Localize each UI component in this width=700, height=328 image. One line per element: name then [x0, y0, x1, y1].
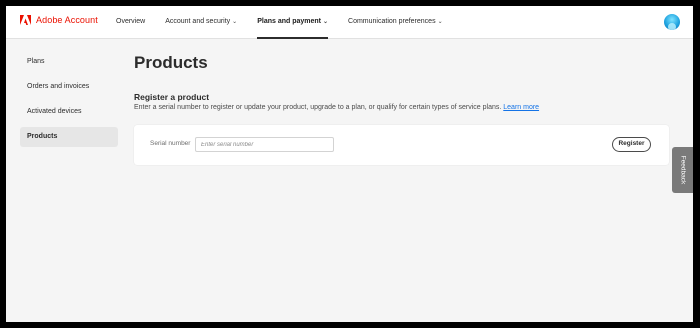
app-window: Adobe Account Overview Account and secur… — [6, 6, 693, 322]
nav-label: Communication preferences — [348, 18, 436, 25]
sidebar-item-activated-devices[interactable]: Activated devices — [20, 102, 118, 122]
chevron-down-icon: ⌄ — [323, 19, 329, 25]
chevron-down-icon: ⌄ — [437, 19, 443, 25]
top-navigation-bar: Adobe Account Overview Account and secur… — [6, 6, 693, 39]
adobe-logo-icon — [20, 15, 31, 25]
serial-number-input[interactable] — [195, 137, 334, 152]
page-title: Products — [134, 53, 208, 72]
sidebar-item-orders-and-invoices[interactable]: Orders and invoices — [20, 77, 118, 97]
chevron-down-icon: ⌄ — [232, 19, 238, 25]
feedback-tab[interactable]: Feedback — [672, 147, 693, 193]
nav-plans-and-payment[interactable]: Plans and payment ⌄ — [257, 6, 329, 39]
register-button[interactable]: Register — [612, 137, 651, 152]
nav-account-and-security[interactable]: Account and security ⌄ — [165, 6, 237, 38]
brand-name: Adobe Account — [36, 15, 98, 25]
nav-label: Overview — [116, 18, 146, 25]
sidebar-item-products[interactable]: Products — [20, 127, 118, 147]
serial-number-label: Serial number — [150, 140, 191, 147]
sidebar: Plans Orders and invoices Activated devi… — [20, 52, 118, 152]
avatar[interactable] — [664, 14, 680, 30]
register-product-card: Serial number Register — [134, 125, 669, 165]
learn-more-link[interactable]: Learn more — [503, 104, 539, 111]
sidebar-item-plans[interactable]: Plans — [20, 52, 118, 72]
section-description: Enter a serial number to register or upd… — [134, 104, 539, 111]
nav-overview[interactable]: Overview — [116, 6, 145, 38]
section-title: Register a product — [134, 92, 210, 102]
nav-communication-preferences[interactable]: Communication preferences ⌄ — [348, 6, 443, 38]
brand-logo[interactable]: Adobe Account — [20, 15, 98, 25]
feedback-label: Feedback — [679, 155, 686, 185]
nav-label: Plans and payment — [257, 18, 321, 25]
description-text: Enter a serial number to register or upd… — [134, 104, 502, 111]
nav-label: Account and security — [165, 18, 231, 25]
main-nav: Overview Account and security ⌄ Plans and… — [116, 6, 463, 39]
